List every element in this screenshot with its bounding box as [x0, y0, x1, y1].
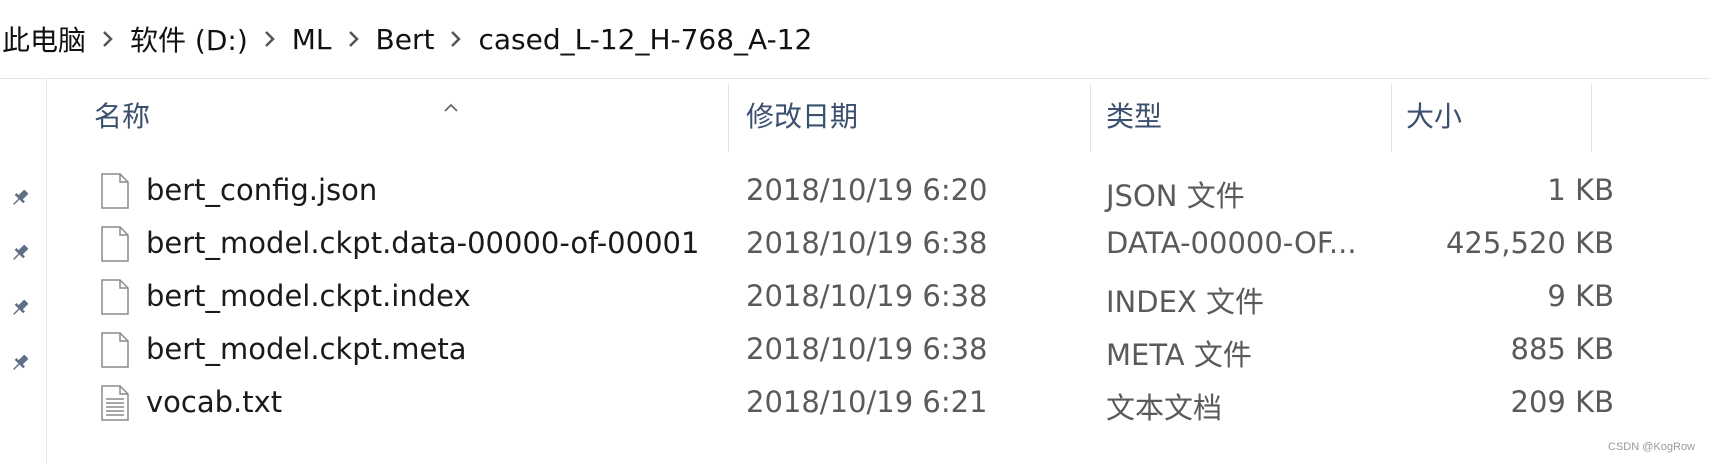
column-header-size[interactable]: 大小 [1406, 79, 1462, 151]
file-name: vocab.txt [146, 385, 283, 419]
file-date: 2018/10/19 6:21 [746, 385, 988, 419]
breadcrumb-item-drive-d[interactable]: 软件 (D:) [128, 19, 250, 59]
file-type: META 文件 [1106, 338, 1252, 372]
column-header-type[interactable]: 类型 [1106, 79, 1162, 151]
column-divider[interactable] [1591, 84, 1592, 152]
file-row[interactable]: bert_model.ckpt.data-00000-of-00001 2018… [46, 218, 1709, 271]
column-divider[interactable] [1391, 84, 1392, 152]
column-divider[interactable] [728, 84, 729, 152]
pin-icon[interactable] [8, 186, 32, 210]
file-date: 2018/10/19 6:20 [746, 173, 988, 207]
pin-icon[interactable] [8, 241, 32, 265]
breadcrumb-item-bert[interactable]: Bert [374, 23, 437, 56]
sort-ascending-icon [443, 87, 459, 112]
chevron-right-icon[interactable] [436, 30, 476, 48]
file-list: bert_config.json 2018/10/19 6:20 JSON 文件… [46, 165, 1709, 430]
file-row[interactable]: bert_model.ckpt.index 2018/10/19 6:38 IN… [46, 271, 1709, 324]
file-date: 2018/10/19 6:38 [746, 332, 988, 366]
chevron-right-icon[interactable] [88, 30, 128, 48]
file-size: 1 KB [1547, 173, 1614, 207]
column-header-date[interactable]: 修改日期 [746, 79, 858, 151]
file-icon [100, 332, 130, 368]
file-icon [100, 226, 130, 262]
pin-icon[interactable] [8, 296, 32, 320]
file-name: bert_model.ckpt.index [146, 279, 471, 313]
column-divider[interactable] [1090, 84, 1091, 152]
file-date: 2018/10/19 6:38 [746, 279, 988, 313]
file-icon [100, 279, 130, 315]
file-type: INDEX 文件 [1106, 285, 1264, 319]
breadcrumb-item-this-pc[interactable]: 此电脑 [0, 19, 88, 59]
navigation-pane [0, 79, 47, 463]
file-icon [100, 173, 130, 209]
breadcrumb-item-ml[interactable]: ML [290, 23, 334, 56]
chevron-right-icon[interactable] [334, 30, 374, 48]
breadcrumb-item-current-folder[interactable]: cased_L-12_H-768_A-12 [476, 23, 814, 56]
file-size: 9 KB [1547, 279, 1614, 313]
file-row[interactable]: bert_config.json 2018/10/19 6:20 JSON 文件… [46, 165, 1709, 218]
chevron-right-icon[interactable] [250, 30, 290, 48]
file-name: bert_config.json [146, 173, 378, 207]
file-row[interactable]: vocab.txt 2018/10/19 6:21 文本文档 209 KB [46, 377, 1709, 430]
file-type: JSON 文件 [1106, 179, 1245, 213]
file-row[interactable]: bert_model.ckpt.meta 2018/10/19 6:38 MET… [46, 324, 1709, 377]
file-type: 文本文档 [1106, 391, 1223, 425]
text-file-icon [100, 385, 130, 421]
file-type: DATA-00000-OF... [1106, 226, 1357, 260]
breadcrumb: 此电脑 软件 (D:) ML Bert cased_L-12_H-768_A-1… [0, 0, 1709, 79]
file-name: bert_model.ckpt.data-00000-of-00001 [146, 226, 700, 260]
file-size: 209 KB [1510, 385, 1614, 419]
file-name: bert_model.ckpt.meta [146, 332, 467, 366]
pin-icon[interactable] [8, 351, 32, 375]
file-size: 885 KB [1510, 332, 1614, 366]
watermark: CSDN @KogRow [1608, 441, 1695, 453]
file-size: 425,520 KB [1445, 226, 1614, 260]
column-header-name[interactable]: 名称 [94, 79, 150, 151]
column-header-row: 名称 修改日期 类型 大小 [46, 79, 1709, 159]
file-date: 2018/10/19 6:38 [746, 226, 988, 260]
